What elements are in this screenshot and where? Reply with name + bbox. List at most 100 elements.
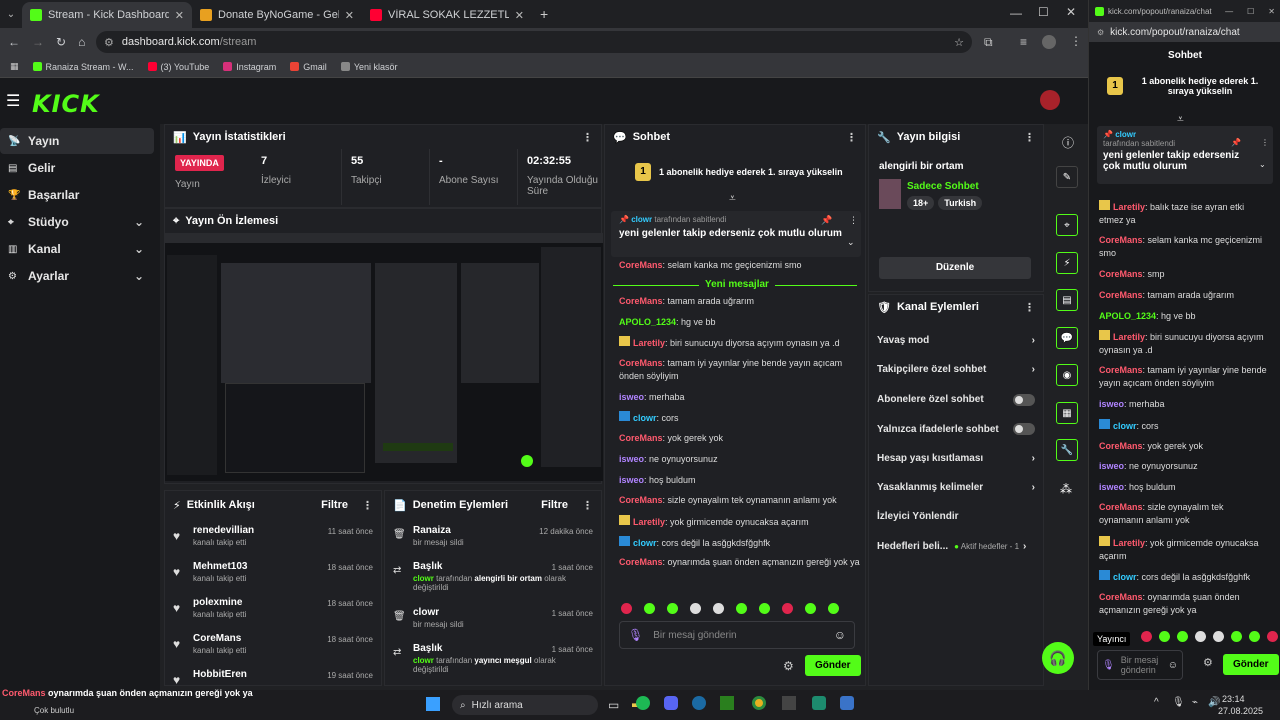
menu-icon[interactable]: ⋮ [1070,34,1082,48]
gift-banner[interactable]: 1 1 abonelik hediye ederek 1. sıraya yük… [635,163,855,181]
tray-chevron-icon[interactable]: ^ [1154,697,1159,708]
popout-chat-message[interactable]: Laretily: biri sunucuyu diyorsa açıyım o… [1099,330,1269,357]
popout-chat-message[interactable]: isweo: hoş buldum [1099,481,1269,494]
stream-info-more-icon[interactable]: ⋮ [1024,131,1035,144]
broadcast-icon[interactable]: ◉ [1056,364,1078,386]
media-icon[interactable]: ≡ [1020,35,1027,49]
chat-message[interactable]: CoreMans: yok gerek yok [619,432,863,445]
chat-message[interactable]: isweo: merhaba [619,391,863,404]
chat-message[interactable]: clowr: cors [619,411,863,425]
new-tab-button[interactable]: + [540,6,548,22]
popout-chat-message[interactable]: CoreMans: yok gerek yok [1099,440,1269,453]
bookmark-item[interactable]: Gmail [290,62,327,72]
emote-icon[interactable] [713,603,724,614]
discord-icon[interactable] [664,696,678,710]
back-icon[interactable]: ← [8,35,20,49]
popout-chat-username[interactable]: Laretily [1113,538,1145,548]
chat-send-button[interactable]: Gönder [805,655,861,676]
popout-chat-username[interactable]: CoreMans [1099,502,1143,512]
popout-chat-username[interactable]: CoreMans [1099,441,1143,451]
chat-username[interactable]: isweo [619,454,644,464]
profile-avatar[interactable] [1042,35,1056,49]
popout-chat-message[interactable]: CoreMans: selam kanka mc geçicenizmi smo [1099,234,1269,260]
popout-pinned-more-icon[interactable]: ⋮ [1261,138,1269,147]
activity-item[interactable]: ♥ Mehmet103 kanalı takip etti 18 saat önce [173,561,373,583]
popout-mic-icon[interactable]: 🎙 [1102,660,1115,671]
pinned-more-icon[interactable]: ⋮ [849,215,858,226]
extensions-icon[interactable]: ⧉ [984,35,993,50]
popout-send-button[interactable]: Gönder [1223,654,1279,675]
bookmark-star-icon[interactable]: ☆ [954,36,964,49]
taskview-icon[interactable]: ▭ [608,698,619,712]
browser-tab[interactable]: VİRAL SOKAK LEZZETLERİ - You ✕ [362,2,532,28]
activity-item[interactable]: ♥ CoreMans kanalı takip etti 18 saat önce [173,633,373,655]
chat-message[interactable]: APOLO_1234: hg ve bb [619,316,863,329]
chat-username[interactable]: isweo [619,392,644,402]
emote-icon[interactable] [736,603,747,614]
chat-username[interactable]: CoreMans [619,358,663,368]
window-minimize[interactable]: — [1010,6,1022,20]
popout-address-bar[interactable]: ⚙ kick.com/popout/ranaiza/chat [1089,22,1280,42]
channel-action-item[interactable]: Yavaş mod › [877,335,1035,346]
popout-chat-username[interactable]: Laretily [1113,202,1145,212]
apps-grid-icon[interactable]: ▦ [10,61,19,72]
pencil-icon[interactable]: ✎ [1056,166,1078,188]
info-icon[interactable]: ⓘ [1062,134,1074,151]
tools-icon[interactable]: 🔧 [1056,439,1078,461]
scroll-down-icon[interactable]: ⩡ [729,191,736,206]
taskbar-search[interactable]: ⌕ Hızlı arama [452,695,598,715]
popout-chat-message[interactable]: CoreMans: oynarımda şuan önden açmanızın… [1099,591,1269,617]
bookmark-item[interactable]: Yeni klasör [340,62,398,72]
emote-icon[interactable] [759,603,770,614]
emote-icon[interactable] [1231,631,1242,642]
moderation-item[interactable]: ⇄ Başlık clowr tarafından yayıncı meşgul o… [393,643,593,674]
chat-username[interactable]: CoreMans [619,296,663,306]
tray-network-icon[interactable]: ⌁ [1192,697,1198,708]
chrome-icon[interactable] [752,696,766,710]
emote-icon[interactable] [782,603,793,614]
chat-message[interactable]: CoreMans: oynarımda şuan önden açmanızın… [619,556,863,569]
chat-message[interactable]: clowr: cors değil la asğgkdsfğghfk [619,536,863,550]
channel-action-item[interactable]: İzleyici Yönlendir [877,511,1035,522]
chat-username[interactable]: CoreMans [619,433,663,443]
window-close[interactable]: ✕ [1066,5,1076,19]
chat-username[interactable]: isweo [619,475,644,485]
emote-icon[interactable] [805,603,816,614]
channel-action-item[interactable]: Hedefleri beli... ● Aktif hedefler - 1 › [877,541,1035,552]
chat-username[interactable]: CoreMans [619,495,663,505]
emote-icon[interactable] [1213,631,1224,642]
emote-icon[interactable] [1249,631,1260,642]
popout-chat-username[interactable]: CoreMans [1099,269,1143,279]
mic-icon[interactable]: 🎙 [628,628,643,642]
popout-chat-username[interactable]: CoreMans [1099,235,1143,245]
channel-action-item[interactable]: Hesap yaşı kısıtlaması › [877,453,1035,464]
activity-item[interactable]: ♥ HobbitEren 19 saat önce [173,669,373,687]
chat-bubble-icon[interactable]: 💬 [1056,327,1078,349]
chat-message[interactable]: CoreMans: sizle oynayalım tek oynamanın … [619,494,863,507]
nav-item-0[interactable]: 📡 Yayın [0,128,154,154]
nav-item-1[interactable]: ▤ Gelir [0,155,160,181]
forward-icon[interactable]: → [32,35,44,49]
channel-action-item[interactable]: Yasaklanmış kelimeler › [877,482,1035,493]
chat-username[interactable]: CoreMans [619,557,663,567]
popout-chat-message[interactable]: CoreMans: tamam arada uğrarım [1099,289,1269,302]
popout-chat-message[interactable]: Laretily: yok girmicemde oynucaksa açarı… [1099,536,1269,563]
pinned-collapse-icon[interactable]: ⌄ [847,237,855,248]
popout-chat-message[interactable]: Laretily: balık taze ise ayran etki etme… [1099,200,1269,227]
chat-username[interactable]: APOLO_1234 [619,317,676,327]
popout-chat-username[interactable]: Laretily [1113,332,1145,342]
xbox-icon[interactable] [720,696,734,710]
unpin-icon[interactable]: 📌 [821,215,832,226]
app-icon-2[interactable] [812,696,826,710]
kick-logo[interactable]: KICK [32,90,100,118]
bookmark-item[interactable]: Ranaiza Stream - W... [32,62,134,72]
popout-minimize[interactable]: — [1225,7,1233,16]
nav-item-4[interactable]: ▥ Kanal ⌄ [0,236,160,262]
tab-close-icon[interactable]: ✕ [345,9,354,22]
tray-date[interactable]: 27.08.2025 [1218,706,1263,716]
stats-more-icon[interactable]: ⋮ [582,131,593,144]
popout-maximize[interactable]: ☐ [1247,7,1254,16]
moderation-more-icon[interactable]: ⋮ [582,499,593,512]
channel-action-item[interactable]: Abonelere özel sohbet [877,393,1035,406]
activity-filter-button[interactable]: Filtre [321,499,348,511]
